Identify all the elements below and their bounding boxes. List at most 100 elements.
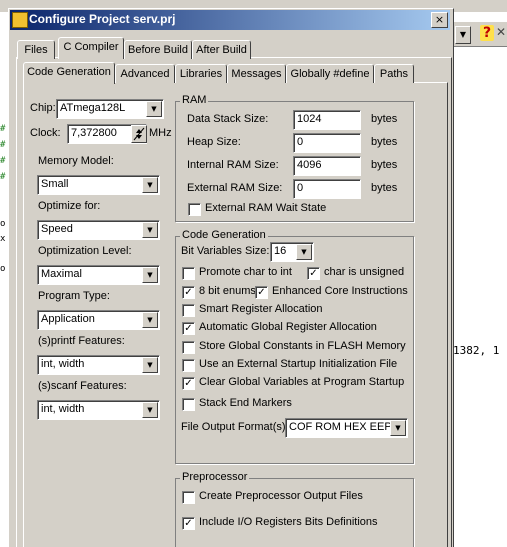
scanf-select[interactable]: int, width ▼ (37, 400, 160, 420)
scanf-label: (s)scanf Features: (38, 380, 127, 392)
enums-label: 8 bit enums (199, 285, 256, 297)
smart-register-checkbox[interactable] (182, 304, 195, 317)
data-stack-field[interactable]: 1024 (293, 110, 361, 130)
chevron-down-icon[interactable]: ▼ (142, 222, 158, 238)
tab-messages[interactable]: Messages (227, 64, 286, 83)
tab-files[interactable]: Files (17, 40, 55, 59)
chevron-down-icon[interactable]: ▼ (142, 357, 158, 373)
external-startup-label: Use an External Startup Initialization F… (199, 358, 398, 370)
preprocessor-group-title: Preprocessor (180, 471, 250, 483)
output-format-select[interactable]: COF ROM HEX EEP ▼ (285, 418, 408, 438)
help-icon[interactable]: ? (480, 25, 494, 41)
clock-label: Clock: (30, 127, 61, 139)
printf-value: int, width (41, 358, 85, 370)
enums-checkbox[interactable]: ✓ (182, 286, 195, 299)
bit-variables-label: Bit Variables Size: (181, 245, 270, 257)
ide-left-gutter: # # # # o x o (0, 12, 8, 546)
wait-state-checkbox[interactable] (188, 203, 201, 216)
tab-globally-define[interactable]: Globally #define (286, 64, 374, 83)
ide-combo-dropdown-button[interactable]: ▼ (455, 26, 471, 44)
tab-before-build[interactable]: Before Build (124, 40, 192, 59)
external-ram-value: 0 (297, 182, 304, 194)
auto-register-label: Automatic Global Register Allocation (199, 321, 377, 333)
char-unsigned-checkbox[interactable]: ✓ (307, 267, 320, 280)
tab-libraries[interactable]: Libraries (175, 64, 227, 83)
optimize-value: Speed (41, 223, 73, 235)
chip-select[interactable]: ATmega128L ▼ (56, 99, 164, 119)
opt-level-value: Maximal (41, 268, 82, 280)
gutter-text: o (0, 219, 6, 229)
tab-paths[interactable]: Paths (374, 64, 414, 83)
memory-model-select[interactable]: Small ▼ (37, 175, 160, 195)
printf-label: (s)printf Features: (38, 335, 125, 347)
promote-char-label: Promote char to int (199, 266, 292, 278)
include-io-checkbox[interactable]: ✓ (182, 517, 195, 530)
output-format-value: COF ROM HEX EEP (289, 421, 392, 433)
chevron-down-icon[interactable]: ▼ (142, 177, 158, 193)
chip-value: ATmega128L (60, 102, 126, 114)
opt-level-select[interactable]: Maximal ▼ (37, 265, 160, 285)
bytes-unit: bytes (371, 159, 398, 171)
clear-globals-label: Clear Global Variables at Program Startu… (199, 376, 405, 388)
heap-value: 0 (297, 136, 304, 148)
clock-stepper[interactable] (131, 125, 147, 143)
chevron-down-icon[interactable]: ▼ (296, 244, 312, 260)
stack-end-checkbox[interactable] (182, 398, 195, 411)
spin-arrows-icon (133, 127, 145, 141)
clock-value: 7,372800 (71, 127, 117, 139)
external-startup-checkbox[interactable] (182, 359, 195, 372)
heap-field[interactable]: 0 (293, 133, 361, 153)
create-preprocessor-checkbox[interactable] (182, 491, 195, 504)
promote-char-checkbox[interactable] (182, 267, 195, 280)
chevron-down-icon[interactable]: ▼ (390, 420, 406, 436)
tab-c-compiler[interactable]: C Compiler (58, 37, 124, 59)
internal-ram-field[interactable]: 4096 (293, 156, 361, 176)
include-io-label: Include I/O Registers Bits Definitions (199, 516, 378, 528)
external-ram-field[interactable]: 0 (293, 179, 361, 199)
scanf-value: int, width (41, 403, 85, 415)
clear-globals-checkbox[interactable]: ✓ (182, 377, 195, 390)
tab-advanced[interactable]: Advanced (115, 64, 175, 83)
memory-model-label: Memory Model: (38, 155, 114, 167)
cancel-icon[interactable]: ✕ (496, 25, 506, 39)
stack-end-label: Stack End Markers (199, 397, 292, 409)
printf-select[interactable]: int, width ▼ (37, 355, 160, 375)
internal-ram-label: Internal RAM Size: (187, 159, 279, 171)
tab-code-generation[interactable]: Code Generation (23, 62, 115, 84)
gutter-mark: # (0, 124, 6, 134)
program-type-label: Program Type: (38, 290, 110, 302)
clock-unit: MHz (149, 127, 172, 139)
ide-editor-area (452, 12, 507, 546)
optimize-select[interactable]: Speed ▼ (37, 220, 160, 240)
chip-label: Chip: (30, 102, 56, 114)
gutter-mark: # (0, 156, 6, 166)
output-format-label: File Output Format(s): (181, 421, 289, 433)
data-stack-value: 1024 (297, 113, 322, 125)
gutter-mark: # (0, 140, 6, 150)
flash-constants-checkbox[interactable] (182, 341, 195, 354)
wait-state-label: External RAM Wait State (205, 202, 327, 214)
create-preprocessor-label: Create Preprocessor Output Files (199, 490, 363, 502)
chevron-down-icon[interactable]: ▼ (146, 101, 162, 117)
gutter-text: x (0, 234, 6, 244)
external-ram-label: External RAM Size: (187, 182, 283, 194)
close-button[interactable]: × (431, 12, 448, 28)
auto-register-checkbox[interactable]: ✓ (182, 322, 195, 335)
chevron-down-icon[interactable]: ▼ (142, 312, 158, 328)
project-icon (12, 12, 28, 28)
data-stack-label: Data Stack Size: (187, 113, 269, 125)
tab-after-build[interactable]: After Build (192, 40, 251, 59)
bit-variables-select[interactable]: 16 ▼ (270, 242, 314, 262)
ram-group-title: RAM (180, 94, 209, 106)
program-type-select[interactable]: Application ▼ (37, 310, 160, 330)
bytes-unit: bytes (371, 136, 398, 148)
opt-level-label: Optimization Level: (38, 245, 132, 257)
flash-constants-label: Store Global Constants in FLASH Memory (199, 340, 406, 352)
enhanced-core-checkbox[interactable]: ✓ (255, 286, 268, 299)
gutter-mark: # (0, 172, 6, 182)
memory-model-value: Small (41, 178, 69, 190)
code-generation-group-title: Code Generation (180, 229, 268, 241)
chevron-down-icon[interactable]: ▼ (142, 402, 158, 418)
chevron-down-icon[interactable]: ▼ (142, 267, 158, 283)
enhanced-core-label: Enhanced Core Instructions (272, 285, 408, 297)
